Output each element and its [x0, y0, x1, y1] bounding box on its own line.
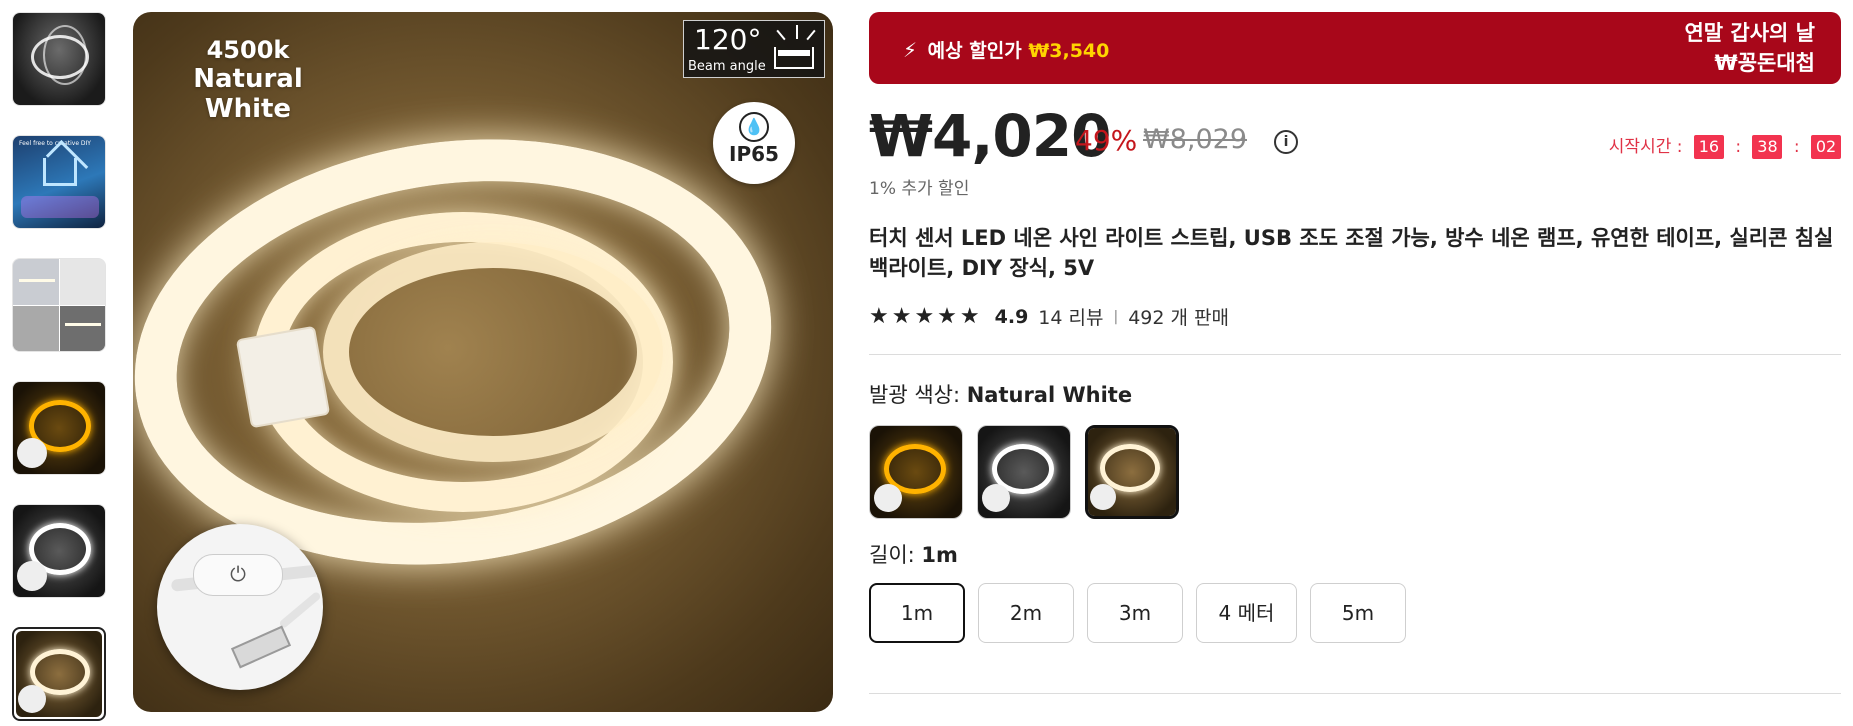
ip-rating: IP65	[729, 142, 779, 166]
rating-score: 4.9	[994, 305, 1029, 328]
ip65-badge: 💧 IP65	[713, 102, 795, 184]
original-price: ₩8,029	[1143, 124, 1247, 155]
color-temp-tag: 4500k Natural White	[153, 36, 343, 124]
section-divider	[869, 354, 1841, 355]
timer-minutes: 38	[1752, 135, 1783, 159]
thumbnail-list: Feel free to creative DIY	[12, 12, 108, 726]
usb-plug-icon	[230, 625, 292, 669]
touch-switch-inset: ⏻	[157, 524, 323, 690]
estimated-price: ⚡ 예상 할인가 ₩3,540	[903, 36, 1109, 63]
length-option-value: 1m	[921, 543, 958, 567]
thumbnail-1[interactable]	[12, 12, 106, 106]
power-button-icon: ⏻	[193, 554, 283, 596]
length-option-label: 길이: 1m	[869, 539, 1841, 569]
swatch-natural-white-selected[interactable]	[1085, 425, 1179, 519]
length-option-4m[interactable]: 4 메터	[1196, 583, 1297, 643]
thumbnail-6-selected[interactable]	[12, 627, 106, 721]
beam-degree: 120°	[694, 23, 762, 56]
beam-label: Beam angle	[688, 59, 766, 74]
color-option-value: Natural White	[966, 383, 1133, 407]
product-title: 터치 센서 LED 네온 사인 라이트 스트립, USB 조도 조절 가능, 방…	[869, 226, 1834, 280]
color-option-title: 발광 색상:	[869, 383, 961, 407]
color-swatches	[869, 425, 1841, 519]
length-options: 1m 2m 3m 4 메터 5m	[869, 583, 1841, 643]
event-title: 연말 갑사의 날 ₩꽁돈대첩	[1684, 18, 1815, 78]
rating-row: ★★★★★ 4.9 14 리뷰 | 492 개 판매	[869, 303, 1841, 330]
length-option-3m[interactable]: 3m	[1087, 583, 1183, 643]
event-title-line1: 연말 갑사의 날	[1684, 21, 1815, 45]
timer-sep: :	[1793, 137, 1800, 157]
length-option-2m[interactable]: 2m	[978, 583, 1074, 643]
timer-label: 시작시간 :	[1608, 137, 1683, 157]
estimated-price-label: 예상 할인가	[927, 40, 1022, 62]
water-drop-icon: 💧	[739, 112, 769, 142]
review-count-link[interactable]: 14 리뷰	[1038, 303, 1103, 330]
star-rating-icon: ★★★★★	[869, 304, 983, 329]
thumbnail-4[interactable]	[12, 381, 106, 475]
info-icon[interactable]: i	[1274, 130, 1298, 154]
thumbnail-5[interactable]	[12, 504, 106, 598]
timer-hours: 16	[1693, 135, 1724, 159]
event-title-line2: ₩꽁돈대첩	[1714, 51, 1815, 75]
thumbnail-2[interactable]: Feel free to creative DIY	[12, 135, 106, 229]
discount-percent: 49%	[1075, 124, 1138, 157]
timer-sep: :	[1735, 137, 1742, 157]
estimated-price-value: ₩3,540	[1028, 40, 1110, 62]
length-option-title: 길이:	[869, 543, 915, 567]
color-option-label: 발광 색상: Natural White	[869, 379, 1841, 409]
section-divider	[869, 693, 1841, 694]
length-option-1m[interactable]: 1m	[869, 583, 965, 643]
swatch-warm-white[interactable]	[869, 425, 963, 519]
timer-seconds: 02	[1811, 135, 1841, 159]
product-info-panel: ⚡ 예상 할인가 ₩3,540 연말 갑사의 날 ₩꽁돈대첩 ₩4,020 49…	[869, 12, 1841, 694]
length-option-5m[interactable]: 5m	[1310, 583, 1406, 643]
beam-angle-badge: 120° Beam angle	[683, 20, 825, 78]
color-name: Natural White	[193, 64, 303, 124]
price-row: ₩4,020 49% ₩8,029 i 시작시간 : 16 : 38 : 02	[869, 102, 1841, 178]
lightning-icon: ⚡	[903, 38, 918, 62]
divider: |	[1113, 308, 1119, 325]
countdown-timer: 시작시간 : 16 : 38 : 02	[1609, 132, 1841, 159]
swatch-cool-white[interactable]	[977, 425, 1071, 519]
sold-count: 492 개 판매	[1128, 307, 1229, 329]
promo-banner: ⚡ 예상 할인가 ₩3,540 연말 갑사의 날 ₩꽁돈대첩	[869, 12, 1841, 84]
thumbnail-3[interactable]	[12, 258, 106, 352]
color-temp: 4500k	[206, 36, 290, 64]
main-product-image: 4500k Natural White 120° Beam angle 💧 IP…	[133, 12, 833, 712]
